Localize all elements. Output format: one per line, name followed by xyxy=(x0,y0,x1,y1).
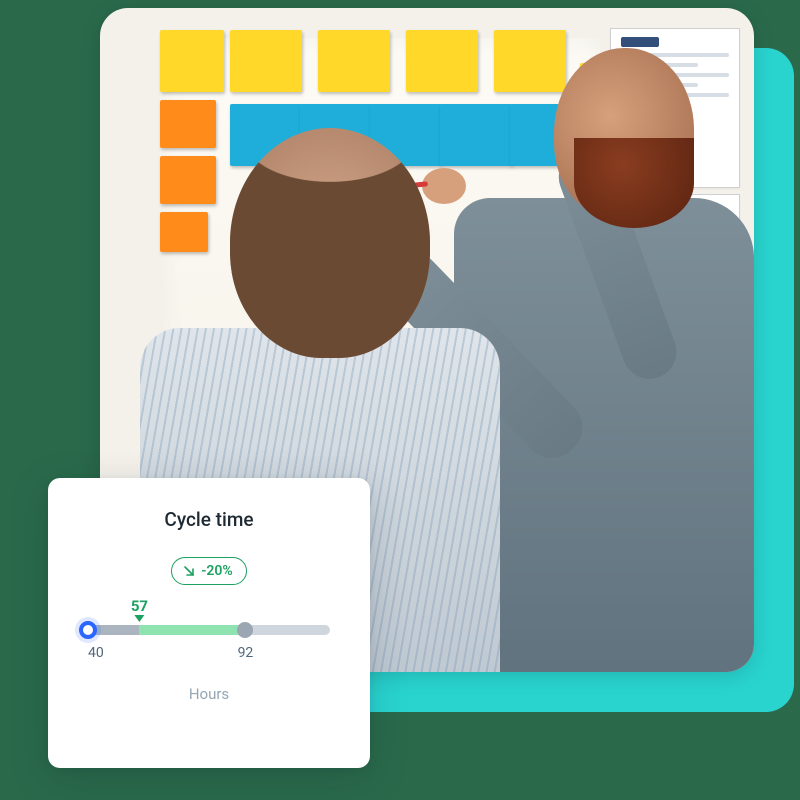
arrow-down-right-icon xyxy=(183,565,195,577)
slider-scale: 40 92 xyxy=(88,645,330,661)
slider-fill-value-to-max xyxy=(139,625,245,635)
caret-down-icon xyxy=(134,615,144,622)
slider-thumb-max[interactable] xyxy=(237,622,253,638)
slider-min-label: 40 xyxy=(88,645,104,661)
slider-thumb-min[interactable] xyxy=(79,621,97,639)
range-slider[interactable]: 57 40 92 xyxy=(88,625,330,661)
sticky-note xyxy=(318,30,390,92)
slider-max-label: 92 xyxy=(238,645,254,661)
sticky-note xyxy=(230,30,302,92)
delta-value: -20% xyxy=(201,563,232,579)
slider-track xyxy=(88,625,330,635)
current-value: 57 xyxy=(131,597,148,615)
unit-label: Hours xyxy=(189,685,229,703)
sticky-note xyxy=(160,30,224,92)
card-title: Cycle time xyxy=(164,508,253,531)
delta-badge: -20% xyxy=(171,557,246,585)
current-value-marker: 57 xyxy=(131,597,148,622)
cycle-time-card: Cycle time -20% 57 40 92 Hours xyxy=(48,478,370,768)
